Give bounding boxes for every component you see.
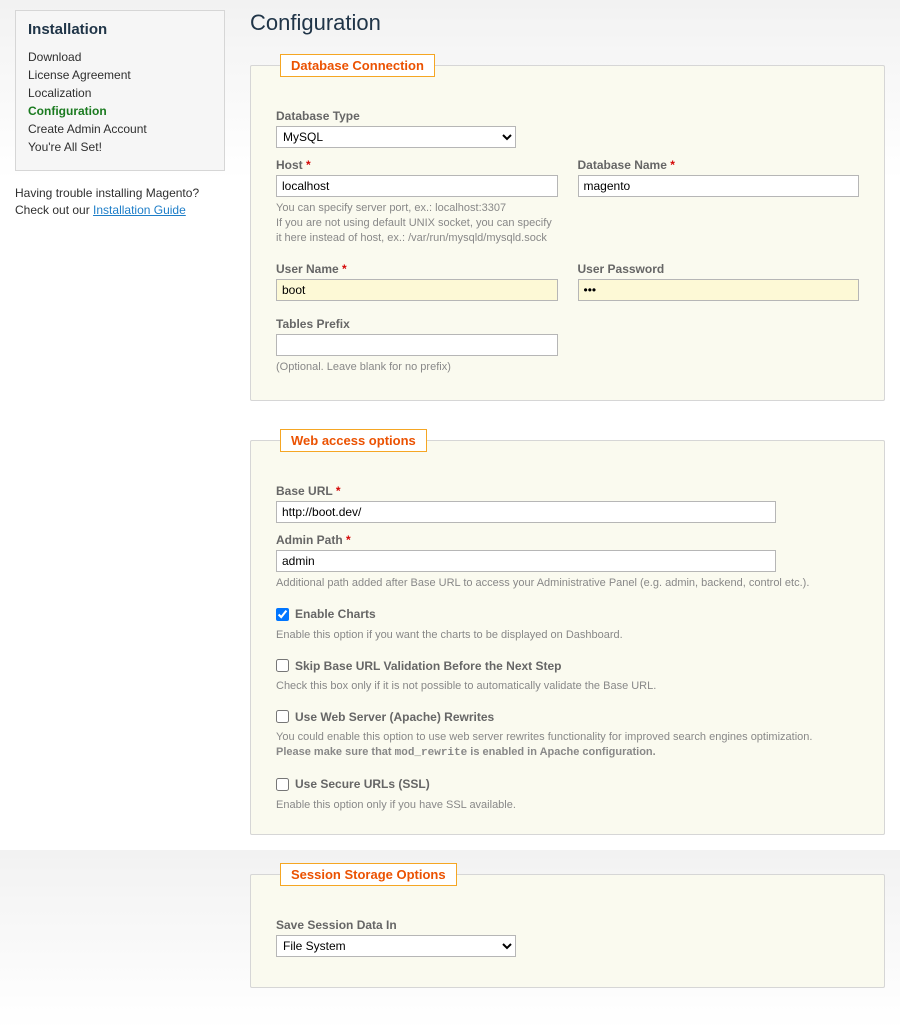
enable-charts-checkbox[interactable]: [276, 608, 289, 621]
installation-guide-link[interactable]: Installation Guide: [93, 203, 186, 217]
page-title: Configuration: [250, 10, 885, 36]
skip-validation-checkbox[interactable]: [276, 659, 289, 672]
apache-rewrites-hint: You could enable this option to use web …: [276, 730, 859, 761]
skip-validation-hint: Check this box only if it is not possibl…: [276, 679, 859, 694]
username-input[interactable]: [276, 279, 558, 301]
apache-rewrites-checkbox[interactable]: [276, 710, 289, 723]
main-content: Configuration Database Connection Databa…: [250, 10, 885, 1016]
database-name-label: Database Name *: [578, 158, 860, 172]
database-connection-group: Database Connection Database Type MySQL …: [250, 54, 885, 401]
tables-prefix-input[interactable]: [276, 334, 558, 356]
host-label: Host *: [276, 158, 558, 172]
host-input[interactable]: [276, 175, 558, 197]
session-storage-group: Session Storage Options Save Session Dat…: [250, 863, 885, 988]
sidebar-item-download[interactable]: Download: [28, 48, 212, 66]
tables-prefix-hint: (Optional. Leave blank for no prefix): [276, 360, 558, 375]
required-asterisk: *: [306, 158, 311, 172]
enable-charts-label[interactable]: Enable Charts: [276, 607, 376, 621]
sidebar-item-configuration[interactable]: Configuration: [28, 102, 212, 120]
admin-path-input[interactable]: [276, 550, 776, 572]
web-access-legend: Web access options: [280, 429, 427, 452]
use-ssl-label[interactable]: Use Secure URLs (SSL): [276, 777, 430, 791]
user-password-input[interactable]: [578, 279, 860, 301]
installation-steps-box: Installation Download License Agreement …: [15, 10, 225, 171]
admin-path-hint: Additional path added after Base URL to …: [276, 576, 859, 591]
use-ssl-hint: Enable this option only if you have SSL …: [276, 798, 859, 813]
installation-sidebar: Installation Download License Agreement …: [15, 10, 225, 1016]
apache-rewrites-label[interactable]: Use Web Server (Apache) Rewrites: [276, 710, 494, 724]
help-text-line2: Check out our: [15, 203, 93, 217]
tables-prefix-label: Tables Prefix: [276, 317, 558, 331]
required-asterisk: *: [346, 533, 351, 547]
web-access-group: Web access options Base URL * Admin Path…: [250, 429, 885, 835]
host-hint: You can specify server port, ex.: localh…: [276, 201, 558, 246]
required-asterisk: *: [342, 262, 347, 276]
sidebar-item-license-agreement[interactable]: License Agreement: [28, 66, 212, 84]
sidebar-help: Having trouble installing Magento? Check…: [15, 185, 225, 219]
user-password-label: User Password: [578, 262, 860, 276]
database-name-input[interactable]: [578, 175, 860, 197]
base-url-input[interactable]: [276, 501, 776, 523]
database-connection-legend: Database Connection: [280, 54, 435, 77]
base-url-label: Base URL *: [276, 484, 859, 498]
sidebar-title: Installation: [28, 21, 212, 38]
sidebar-item-localization[interactable]: Localization: [28, 84, 212, 102]
session-storage-legend: Session Storage Options: [280, 863, 457, 886]
required-asterisk: *: [670, 158, 675, 172]
help-text-line1: Having trouble installing Magento?: [15, 186, 199, 200]
save-session-select[interactable]: File System: [276, 935, 516, 957]
sidebar-item-all-set[interactable]: You're All Set!: [28, 138, 212, 156]
database-type-label: Database Type: [276, 109, 859, 123]
use-ssl-checkbox[interactable]: [276, 778, 289, 791]
save-session-label: Save Session Data In: [276, 918, 859, 932]
installation-steps-list: Download License Agreement Localization …: [28, 48, 212, 156]
required-asterisk: *: [336, 484, 341, 498]
sidebar-item-create-admin[interactable]: Create Admin Account: [28, 120, 212, 138]
admin-path-label: Admin Path *: [276, 533, 859, 547]
database-type-select[interactable]: MySQL: [276, 126, 516, 148]
skip-validation-label[interactable]: Skip Base URL Validation Before the Next…: [276, 659, 562, 673]
username-label: User Name *: [276, 262, 558, 276]
enable-charts-hint: Enable this option if you want the chart…: [276, 628, 859, 643]
